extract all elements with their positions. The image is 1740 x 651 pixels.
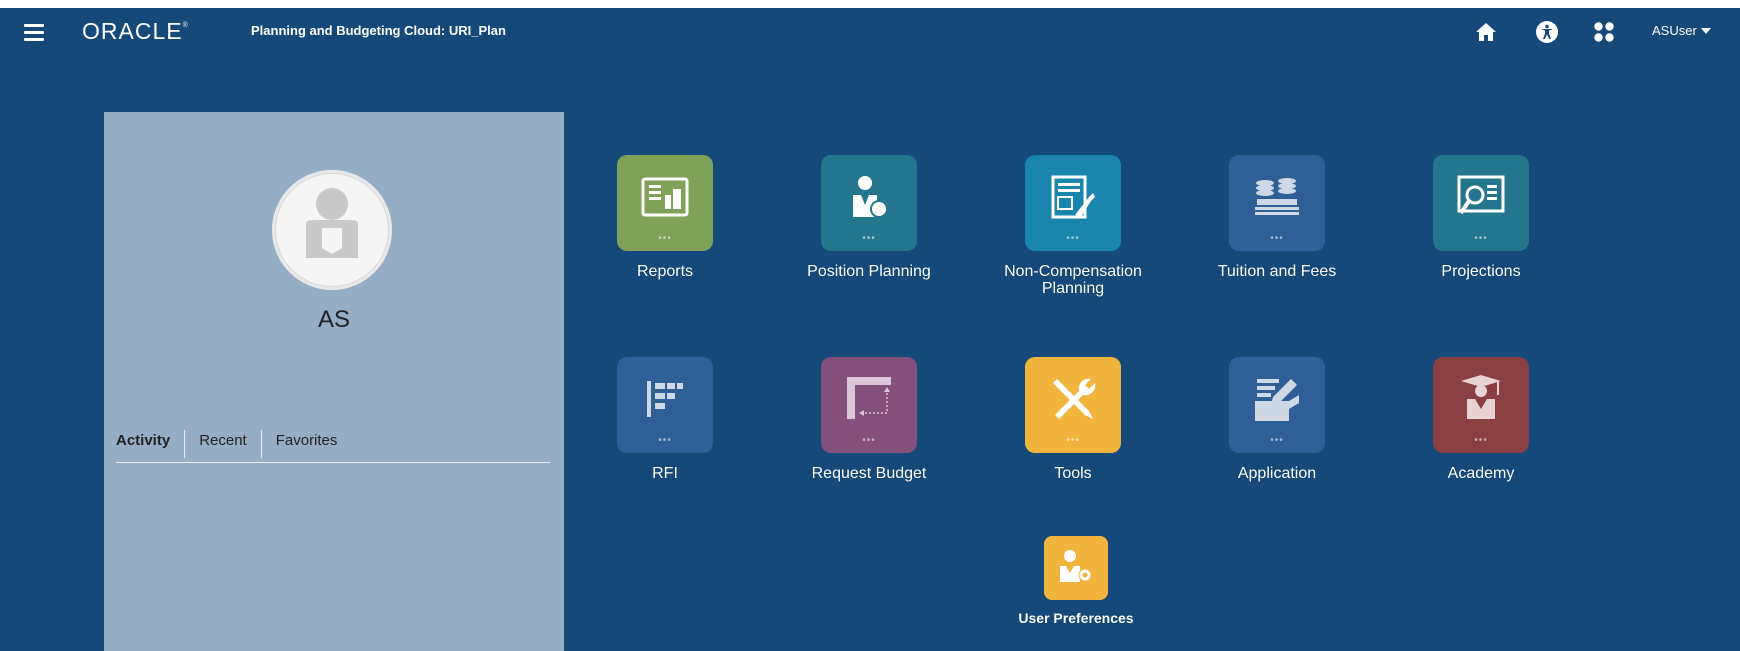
tile-icon-box: ••• — [1229, 357, 1325, 453]
tile-icon-box: ••• — [1025, 155, 1121, 251]
home-icon[interactable] — [1474, 20, 1498, 44]
tile-icon-box — [1044, 536, 1108, 600]
tile-academy[interactable]: ••• Academy — [1386, 357, 1576, 482]
tile-icon-box: ••• — [617, 357, 713, 453]
app-title: Planning and Budgeting Cloud: URI_Plan — [251, 23, 506, 38]
user-name: ASUser — [1652, 23, 1697, 38]
oracle-logo: ORACLE® — [82, 18, 189, 44]
tile-tuition-and-fees[interactable]: ••• Tuition and Fees — [1182, 155, 1372, 280]
projections-icon — [1457, 175, 1505, 215]
position-planning-icon — [853, 176, 888, 218]
tools-icon — [1053, 378, 1096, 419]
tile-label: Application — [1237, 465, 1317, 482]
tile-icon-box: ••• — [821, 357, 917, 453]
user-initials: AS — [317, 306, 350, 333]
tile-label: Request Budget — [811, 465, 927, 482]
tile-application[interactable]: ••• Application — [1182, 357, 1372, 482]
tile-position-planning[interactable]: ••• Position Planning — [774, 155, 964, 280]
user-menu[interactable]: ASUser — [1652, 23, 1711, 38]
tile-icon-box: ••• — [617, 155, 713, 251]
tab-activity[interactable]: Activity — [116, 430, 184, 458]
tile-request-budget[interactable]: ••• Request Budget — [774, 357, 964, 482]
tile-user-preferences[interactable]: User Preferences — [981, 536, 1171, 627]
accessibility-icon[interactable] — [1535, 20, 1559, 44]
app-window: ORACLE® Planning and Budgeting Cloud: UR… — [0, 8, 1740, 651]
tile-icon-box: ••• — [1025, 357, 1121, 453]
user-silhouette-icon — [306, 188, 358, 258]
tuition-icon — [1255, 178, 1299, 215]
activity-tabs: Activity Recent Favorites — [116, 430, 550, 463]
avatar — [272, 170, 392, 290]
tile-projections[interactable]: ••• Projections — [1386, 155, 1576, 280]
tile-icon-box: ••• — [1433, 155, 1529, 251]
caret-down-icon — [1700, 28, 1711, 34]
tile-icon-box: ••• — [1433, 357, 1529, 453]
profile-panel: AS Activity Recent Favorites — [104, 112, 564, 651]
tile-non-compensation-planning[interactable]: ••• Non-Compensation Planning — [978, 155, 1168, 297]
tile-label: Academy — [1447, 465, 1515, 482]
request-budget-icon — [847, 377, 891, 419]
tile-icon-box: ••• — [821, 155, 917, 251]
tile-label: RFI — [652, 465, 678, 482]
tile-label: Non-Compensation Planning — [1004, 263, 1142, 297]
tile-reports[interactable]: ••• Reports — [570, 155, 760, 280]
application-icon — [1255, 379, 1299, 421]
tile-label: Position Planning — [807, 263, 931, 280]
tile-label: Tools — [1054, 465, 1092, 482]
reports-icon — [641, 177, 689, 217]
rfi-icon — [647, 381, 683, 417]
user-preferences-icon — [1060, 550, 1092, 582]
tile-label: Reports — [636, 263, 694, 280]
tile-tools[interactable]: ••• Tools — [978, 357, 1168, 482]
tile-label: Projections — [1441, 263, 1521, 280]
tab-recent[interactable]: Recent — [184, 430, 261, 458]
navigator-icon[interactable] — [1592, 20, 1616, 44]
tile-icon-box: ••• — [1229, 155, 1325, 251]
academy-icon — [1461, 375, 1501, 419]
tile-rfi[interactable]: ••• RFI — [570, 357, 760, 482]
tile-label: User Preferences — [1018, 610, 1134, 626]
menu-icon[interactable] — [24, 24, 44, 41]
global-header: ORACLE® Planning and Budgeting Cloud: UR… — [0, 8, 1740, 54]
tile-label: Tuition and Fees — [1217, 263, 1337, 280]
tab-favorites[interactable]: Favorites — [260, 430, 352, 458]
non-compensation-icon — [1051, 175, 1095, 219]
